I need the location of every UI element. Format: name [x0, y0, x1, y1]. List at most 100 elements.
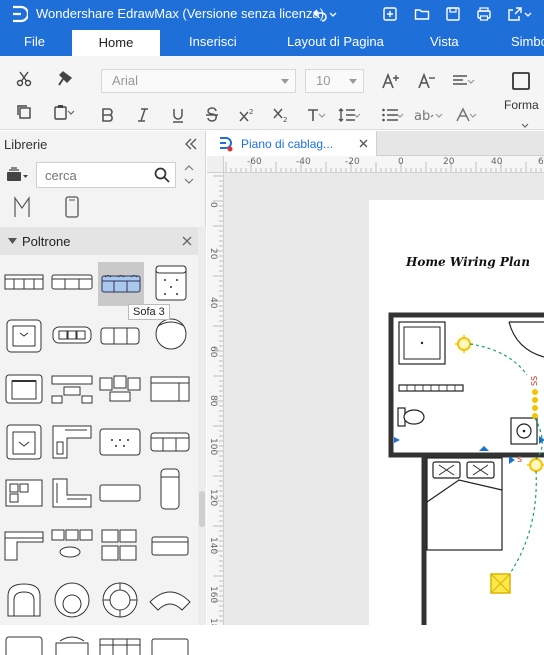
bullet-list-dropdown-icon[interactable] [395, 104, 405, 126]
format-painter-icon[interactable] [55, 68, 77, 90]
cut-icon[interactable] [13, 68, 35, 90]
font-size-select[interactable]: 10 [305, 69, 364, 93]
sofa-shape[interactable] [148, 419, 192, 465]
l-sofa-shape[interactable] [2, 523, 46, 569]
bold-icon[interactable] [97, 104, 119, 126]
menu-page-layout[interactable]: Layout di Pagina [287, 28, 384, 56]
library-device-icon[interactable] [61, 196, 83, 218]
line-spacing-dropdown-icon[interactable] [352, 104, 362, 126]
chaise-shape[interactable] [148, 463, 192, 515]
export-icon[interactable] [505, 4, 525, 24]
decrease-font-icon[interactable] [416, 70, 438, 92]
undo-icon[interactable] [310, 4, 330, 24]
library-search-input[interactable] [37, 163, 147, 187]
armchair-shape[interactable] [148, 259, 194, 305]
floor-plan[interactable]: SS S [369, 200, 544, 625]
drawing-page[interactable]: Home Wiring Plan SS S [369, 200, 544, 625]
l-sofa-shape[interactable] [50, 471, 94, 515]
menu-insert[interactable]: Inserisci [189, 28, 237, 56]
new-file-icon[interactable] [380, 4, 400, 24]
armchair-shape[interactable] [2, 419, 46, 465]
menu-symbols[interactable]: Simbo [511, 28, 544, 56]
menu-view[interactable]: Vista [430, 28, 459, 56]
paste-dropdown-icon[interactable] [66, 101, 76, 123]
l-sofa-shape[interactable] [50, 419, 94, 465]
underline-icon[interactable] [167, 104, 189, 126]
round-chair-shape[interactable] [50, 577, 94, 623]
text-case-dropdown-icon[interactable] [317, 104, 327, 126]
open-folder-icon[interactable] [412, 4, 432, 24]
sofa-shape[interactable] [50, 262, 94, 302]
sofa-shape[interactable] [148, 631, 192, 655]
font-family-select[interactable]: Arial [101, 69, 296, 93]
round-armchair-shape[interactable] [2, 577, 46, 623]
font-size-value: 10 [316, 73, 331, 88]
living-set-shape[interactable] [98, 367, 142, 411]
menu-home[interactable]: Home [72, 30, 160, 56]
collapse-panel-icon[interactable] [180, 133, 202, 155]
sofa-shape[interactable] [50, 631, 94, 655]
vertical-ruler[interactable]: 0 20 40 60 80 100 120 140 160 180 [207, 173, 224, 625]
font-color-dropdown-icon[interactable] [468, 104, 478, 126]
export-dropdown-icon[interactable] [523, 4, 533, 24]
horizontal-ruler[interactable]: -60 -40 -20 0 20 40 60 [224, 156, 544, 173]
sofa-shape[interactable] [98, 314, 142, 358]
print-icon[interactable] [474, 4, 494, 24]
sofa-shape[interactable] [148, 523, 192, 569]
sectional-sofa-shape[interactable] [50, 314, 94, 358]
corner-sofa-shape[interactable] [148, 367, 192, 411]
ottoman-shape[interactable] [98, 471, 142, 515]
search-icon[interactable] [151, 164, 173, 186]
sofa-shape[interactable] [2, 631, 46, 655]
sectional-sofa-shape[interactable] [98, 631, 142, 655]
library-search-box [36, 162, 176, 188]
italic-icon[interactable] [132, 104, 154, 126]
armchair-shape[interactable] [2, 367, 46, 411]
ruler-label: 0 [398, 157, 404, 167]
document-tab[interactable]: Piano di cablag... [207, 131, 377, 157]
svg-text:ab: ab [414, 109, 430, 123]
switch-label: SS [530, 376, 539, 386]
subscript-icon[interactable]: 2 [270, 104, 292, 126]
light-bulb [527, 458, 544, 472]
copy-icon[interactable] [13, 101, 35, 123]
ruler-label: 20 [443, 157, 455, 167]
library-manager-icon[interactable] [6, 164, 28, 186]
ruler-label: -40 [296, 157, 311, 167]
text-style-icon[interactable]: ab [414, 104, 436, 126]
menu-file[interactable]: File [24, 28, 45, 56]
text-style-dropdown-icon[interactable] [434, 104, 444, 126]
library-scrollbar[interactable] [198, 227, 206, 625]
undo-dropdown-icon[interactable] [328, 4, 338, 24]
armchair-shape[interactable] [2, 314, 46, 358]
sofa-shape[interactable] [2, 262, 46, 302]
drawing-canvas[interactable]: Home Wiring Plan SS S [224, 173, 544, 625]
superscript-icon[interactable]: 2 [236, 104, 258, 126]
scroll-down-icon[interactable] [182, 175, 196, 187]
library-shape-icon[interactable] [11, 196, 33, 218]
save-icon[interactable] [443, 4, 463, 24]
scroll-up-icon[interactable] [182, 161, 196, 173]
library-section-armchairs[interactable]: Poltrone [0, 227, 198, 255]
increase-font-icon[interactable] [380, 70, 402, 92]
loveseat-shape[interactable] [98, 419, 142, 465]
living-set-shape[interactable] [50, 523, 94, 569]
ruler-label: 40 [208, 297, 218, 309]
strikethrough-icon[interactable] [201, 104, 223, 126]
library-scrollbar-thumb[interactable] [199, 491, 205, 527]
ruler-label: 20 [208, 248, 218, 260]
sectional-sofa-shape[interactable] [2, 471, 46, 515]
close-section-icon[interactable] [182, 236, 192, 246]
round-sofa-shape[interactable] [98, 577, 142, 623]
shape-icon[interactable] [510, 70, 532, 92]
ruler-label: 80 [208, 395, 218, 407]
living-set-shape[interactable] [98, 523, 142, 569]
sofa-3-shape[interactable] [98, 262, 144, 306]
switch-label: S [517, 455, 522, 464]
align-dropdown-icon[interactable] [466, 70, 476, 92]
curved-sofa-shape[interactable] [148, 577, 192, 623]
wire [508, 470, 537, 576]
close-tab-icon[interactable] [359, 139, 368, 148]
living-set-shape[interactable] [50, 367, 94, 411]
ruler-label: 60 [538, 157, 544, 167]
